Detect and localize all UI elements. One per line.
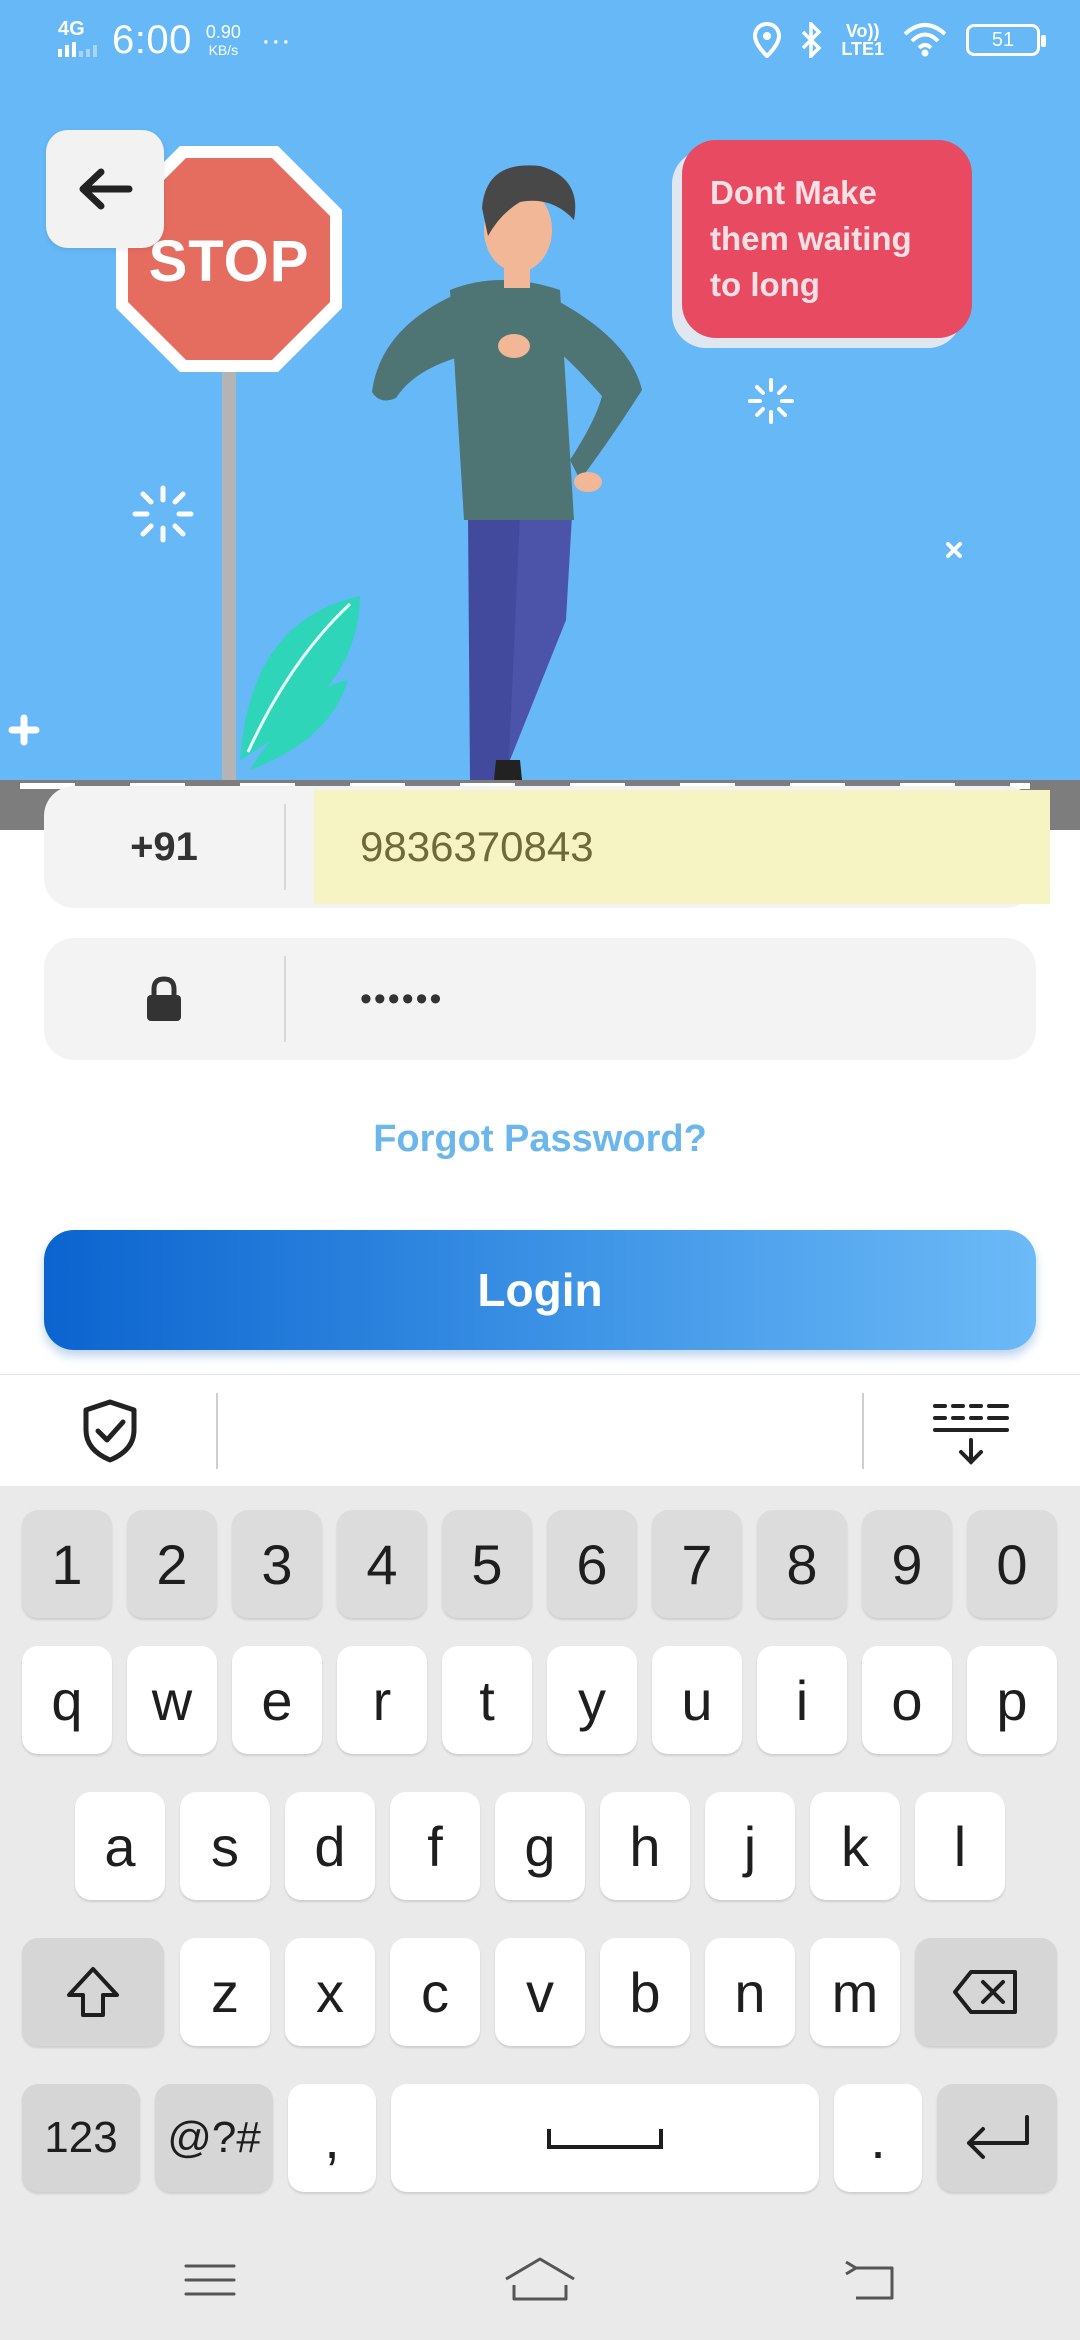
- keyboard-collapse-icon: [933, 1404, 1009, 1465]
- forgot-password-link[interactable]: Forgot Password?: [0, 1118, 1080, 1161]
- speech-bubble: Dont Make them waiting to long: [672, 140, 972, 348]
- sign-pole: [222, 360, 236, 790]
- sparkle-icon: [132, 485, 194, 543]
- shield-check-icon: [83, 1399, 137, 1463]
- backspace-icon: [953, 1970, 1017, 2014]
- shift-key[interactable]: [22, 1938, 164, 2046]
- key-f[interactable]: f: [390, 1792, 480, 1900]
- enter-key[interactable]: [937, 2084, 1057, 2192]
- login-button[interactable]: Login: [44, 1230, 1036, 1350]
- keyboard-toolbar: [0, 1374, 1080, 1486]
- key-u[interactable]: u: [652, 1646, 742, 1754]
- security-button[interactable]: [70, 1395, 150, 1467]
- key-t[interactable]: t: [442, 1646, 532, 1754]
- back-nav-button[interactable]: [810, 2240, 930, 2320]
- plant-decor: [240, 596, 360, 770]
- comma-key[interactable]: ,: [288, 2084, 376, 2192]
- arrow-left-icon: [79, 168, 133, 210]
- bubble-line: to long: [710, 266, 820, 303]
- hero-illustration: 4G 6:00 0.90 KB/s ··· Vo)) LTE1 51 STOP …: [0, 0, 1080, 830]
- key-q[interactable]: q: [22, 1646, 112, 1754]
- key-o[interactable]: o: [862, 1646, 952, 1754]
- key-l[interactable]: l: [915, 1792, 1005, 1900]
- sparkle-icon: [748, 378, 794, 424]
- key-b[interactable]: b: [600, 1938, 690, 2046]
- key-h[interactable]: h: [600, 1792, 690, 1900]
- key-m[interactable]: m: [810, 1938, 900, 2046]
- return-icon: [845, 2260, 894, 2300]
- shift-icon: [67, 1967, 119, 2017]
- toolbar-divider: [862, 1393, 864, 1469]
- key-3[interactable]: 3: [232, 1510, 322, 1618]
- home-nav-button[interactable]: [480, 2240, 600, 2320]
- key-c[interactable]: c: [390, 1938, 480, 2046]
- cross-decor-icon: [946, 542, 962, 558]
- password-field: ••••••: [44, 938, 1036, 1060]
- key-k[interactable]: k: [810, 1792, 900, 1900]
- key-p[interactable]: p: [967, 1646, 1057, 1754]
- enter-icon: [967, 2115, 1029, 2159]
- key-7[interactable]: 7: [652, 1510, 742, 1618]
- key-w[interactable]: w: [127, 1646, 217, 1754]
- plus-decor-icon: [8, 714, 40, 746]
- key-e[interactable]: e: [232, 1646, 322, 1754]
- key-0[interactable]: 0: [967, 1510, 1057, 1618]
- key-i[interactable]: i: [757, 1646, 847, 1754]
- person-illustration: [372, 165, 642, 780]
- key-2[interactable]: 2: [127, 1510, 217, 1618]
- key-j[interactable]: j: [705, 1792, 795, 1900]
- symbols-key[interactable]: @?#: [155, 2084, 273, 2192]
- bubble-line: them waiting: [710, 220, 912, 257]
- key-a[interactable]: a: [75, 1792, 165, 1900]
- key-9[interactable]: 9: [862, 1510, 952, 1618]
- lock-icon: [147, 976, 181, 1021]
- password-input[interactable]: ••••••: [314, 938, 443, 1060]
- key-g[interactable]: g: [495, 1792, 585, 1900]
- menu-icon: [184, 2264, 236, 2296]
- key-5[interactable]: 5: [442, 1510, 532, 1618]
- lock-icon-wrap: [44, 938, 284, 1060]
- key-r[interactable]: r: [337, 1646, 427, 1754]
- key-1[interactable]: 1: [22, 1510, 112, 1618]
- back-button[interactable]: [46, 130, 164, 248]
- menu-nav-button[interactable]: [150, 2240, 270, 2320]
- collapse-keyboard-button[interactable]: [928, 1395, 1014, 1471]
- key-6[interactable]: 6: [547, 1510, 637, 1618]
- key-8[interactable]: 8: [757, 1510, 847, 1618]
- space-key[interactable]: [391, 2084, 819, 2192]
- country-code[interactable]: +91: [44, 786, 284, 908]
- home-icon: [505, 2257, 575, 2301]
- field-divider: [284, 804, 286, 890]
- field-divider: [284, 956, 286, 1042]
- key-v[interactable]: v: [495, 1938, 585, 2046]
- key-z[interactable]: z: [180, 1938, 270, 2046]
- phone-input[interactable]: 9836370843: [314, 790, 1050, 904]
- period-key[interactable]: .: [834, 2084, 922, 2192]
- toolbar-divider: [216, 1393, 218, 1469]
- key-4[interactable]: 4: [337, 1510, 427, 1618]
- space-icon: [547, 2129, 663, 2149]
- system-nav-bar: [0, 2220, 1080, 2340]
- key-d[interactable]: d: [285, 1792, 375, 1900]
- numbers-mode-key[interactable]: 123: [22, 2084, 140, 2192]
- hero-scene: [8, 146, 962, 790]
- backspace-key[interactable]: [915, 1938, 1057, 2046]
- keyboard: 1 2 3 4 5 6 7 8 9 0 q w e r t y u i o p …: [0, 1486, 1080, 2340]
- key-x[interactable]: x: [285, 1938, 375, 2046]
- key-y[interactable]: y: [547, 1646, 637, 1754]
- bubble-line: Dont Make: [710, 174, 877, 211]
- phone-field: +91 9836370843: [44, 786, 1050, 908]
- key-s[interactable]: s: [180, 1792, 270, 1900]
- bubble-text: Dont Make them waiting to long: [682, 140, 972, 338]
- key-n[interactable]: n: [705, 1938, 795, 2046]
